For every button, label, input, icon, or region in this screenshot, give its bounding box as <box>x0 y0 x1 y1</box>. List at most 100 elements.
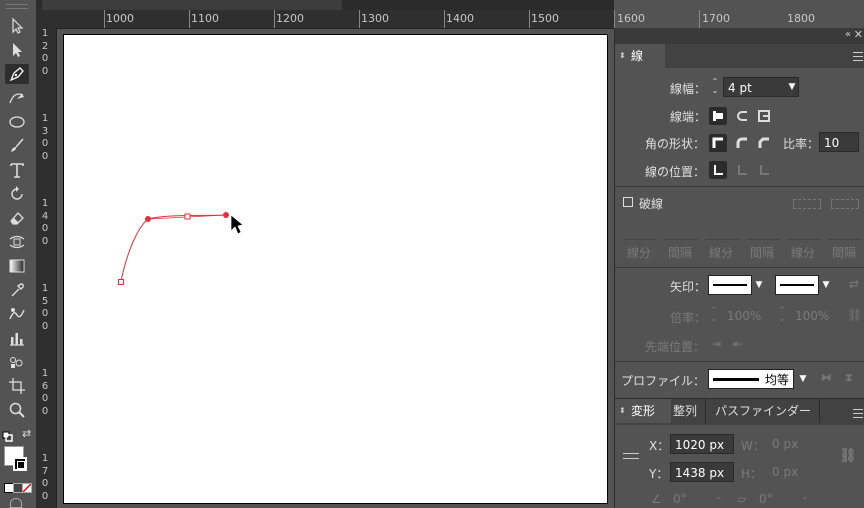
profile-select[interactable]: 均等 <box>708 369 794 389</box>
tab-stroke[interactable]: ⬍ 線 <box>615 44 665 68</box>
tip-extend-icon[interactable]: ⇥ <box>711 337 721 351</box>
bevel-join-button[interactable] <box>755 134 773 152</box>
y-input[interactable]: 1438 px <box>670 462 734 482</box>
ruler-origin[interactable] <box>36 10 56 28</box>
scale-end-input[interactable]: 100% <box>795 309 829 323</box>
document-tab[interactable] <box>42 0 342 10</box>
weight-stepper-icon[interactable]: ⌃ ⌄ <box>709 77 721 97</box>
dash-input[interactable] <box>623 221 657 240</box>
artboard-tool-icon[interactable] <box>5 376 29 396</box>
ruler-label: 1400 <box>446 12 474 25</box>
flip-along-icon[interactable]: ⧓ <box>821 371 832 384</box>
w-input[interactable]: 0 px <box>772 437 798 451</box>
weight-label: 線幅： <box>670 82 707 96</box>
tip-place-icon[interactable]: ⇤ <box>733 337 743 351</box>
default-colors-icon[interactable] <box>2 428 14 442</box>
ruler-label: 1500 <box>531 12 559 25</box>
none-mode-icon[interactable] <box>22 483 32 493</box>
arrow-end-select[interactable] <box>775 275 819 295</box>
shear-input[interactable]: 0° <box>759 492 773 506</box>
dash-input[interactable] <box>705 221 739 240</box>
round-cap-button[interactable] <box>733 107 751 125</box>
document-tab-bar <box>36 0 614 10</box>
chevron-down-icon[interactable]: ⌄ <box>715 492 723 502</box>
ruler-label: 1600 <box>41 368 49 418</box>
panel-menu-icon[interactable] <box>853 409 863 418</box>
angle-input[interactable]: 0° <box>673 492 687 506</box>
blend-tool-icon[interactable] <box>5 304 29 324</box>
gap-header: 間隔 <box>750 246 775 260</box>
direct-selection-tool-icon[interactable] <box>5 40 29 60</box>
rotate-icon: ∠ <box>651 492 662 506</box>
align-outside-button[interactable] <box>755 161 773 179</box>
panel-menu-icon[interactable] <box>853 52 863 61</box>
tab-pathfinder[interactable]: パスファインダー <box>707 399 821 423</box>
reference-point-icon[interactable] <box>623 453 639 459</box>
tab-align[interactable]: 整列 <box>665 399 707 423</box>
ratio-input[interactable]: 10 <box>819 132 859 152</box>
dash-fields <box>615 221 864 243</box>
toolbar-grip[interactable] <box>6 4 28 9</box>
butt-cap-button[interactable] <box>709 107 727 125</box>
eyedropper-tool-icon[interactable] <box>5 280 29 300</box>
dash-input[interactable] <box>787 221 821 240</box>
ruler-label: 1400 <box>41 198 49 248</box>
shear-icon: ▱ <box>737 492 747 506</box>
symbol-sprayer-tool-icon[interactable] <box>5 352 29 372</box>
eraser-tool-icon[interactable] <box>5 208 29 228</box>
rotate-tool-icon[interactable] <box>5 184 29 204</box>
gradient-tool-icon[interactable] <box>5 256 29 276</box>
h-input[interactable]: 0 px <box>772 465 798 479</box>
close-panel-icon[interactable]: ✕ <box>854 28 863 41</box>
curvature-tool-icon[interactable] <box>5 88 29 108</box>
x-label: X： <box>649 439 670 453</box>
dash-header: 線分 <box>709 246 734 260</box>
gap-input[interactable] <box>746 221 780 240</box>
flip-across-icon[interactable]: ⧗ <box>845 371 853 385</box>
pen-tool-icon[interactable] <box>5 64 29 84</box>
x-input[interactable]: 1020 px <box>670 434 734 454</box>
artboard[interactable] <box>63 34 608 504</box>
scale-stepper-icon[interactable]: ⌃ ⌄ <box>710 307 718 324</box>
scale-start-input[interactable]: 100% <box>727 309 761 323</box>
align-center-button[interactable] <box>709 161 727 179</box>
drawing-mode-icon[interactable] <box>10 498 22 508</box>
dashed-checkbox[interactable] <box>623 197 633 207</box>
swap-colors-icon[interactable]: ⇄ <box>22 428 34 440</box>
gap-input[interactable] <box>828 221 862 240</box>
profile-value: 均等 <box>765 373 790 387</box>
scale-stepper-icon[interactable]: ⌃ ⌄ <box>778 307 786 324</box>
round-join-button[interactable] <box>733 134 751 152</box>
arrow-start-select[interactable] <box>708 275 752 295</box>
stroke-swatch[interactable] <box>13 457 27 471</box>
vertical-ruler[interactable]: 1200 1300 1400 1500 1600 1700 <box>36 28 57 508</box>
paintbrush-tool-icon[interactable] <box>5 136 29 156</box>
gap-input[interactable] <box>664 221 698 240</box>
ellipse-tool-icon[interactable] <box>5 112 29 132</box>
constrain-proportions-icon[interactable]: ⛓ <box>839 448 857 464</box>
chevron-down-icon[interactable]: ▼ <box>818 275 834 295</box>
chevron-down-icon[interactable]: ▼ <box>751 275 767 295</box>
miter-join-button[interactable] <box>709 134 727 152</box>
dash-align-icon[interactable] <box>831 199 859 209</box>
dash-preserve-icon[interactable] <box>793 199 821 209</box>
selection-tool-icon[interactable] <box>5 16 29 36</box>
swap-arrows-icon[interactable]: ⇄ <box>849 277 859 291</box>
ruler-label: 1200 <box>276 12 304 25</box>
dashed-label: 破線 <box>639 197 664 211</box>
zoom-tool-icon[interactable] <box>5 400 29 420</box>
collapse-panel-icon[interactable]: « <box>845 29 851 40</box>
chevron-down-icon[interactable]: ▼ <box>795 369 811 389</box>
align-inside-button[interactable] <box>733 161 751 179</box>
horizontal-ruler[interactable]: 1000 1100 1200 1300 1400 1500 1600 1700 … <box>56 10 815 29</box>
chevron-down-icon[interactable]: ⌄ <box>801 492 809 502</box>
warp-tool-icon[interactable] <box>5 232 29 252</box>
panel-toggle-icon[interactable]: ⬍ <box>619 399 626 423</box>
graph-tool-icon[interactable] <box>5 328 29 348</box>
panel-toggle-icon[interactable]: ⬍ <box>619 44 626 68</box>
chevron-down-icon[interactable]: ▼ <box>784 77 800 97</box>
tab-transform[interactable]: ⬍ 変形 <box>615 399 671 423</box>
projecting-cap-button[interactable] <box>755 107 773 125</box>
link-scale-icon[interactable]: ⛓ <box>847 308 862 322</box>
type-tool-icon[interactable] <box>5 160 29 180</box>
